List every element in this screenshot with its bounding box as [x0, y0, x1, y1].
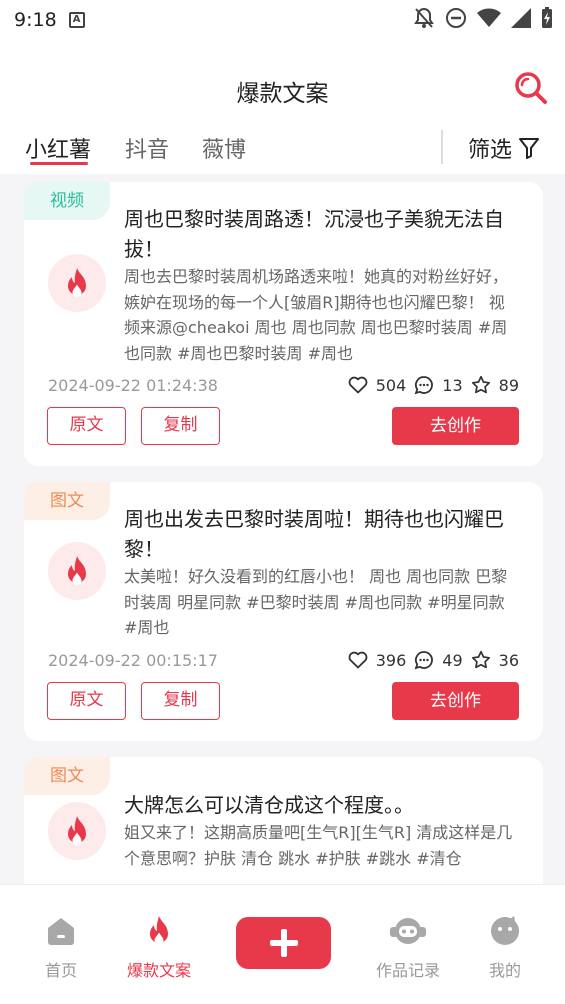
search-icon [515, 72, 547, 104]
tab-douyin[interactable]: 抖音 [125, 132, 169, 164]
signal-icon [511, 8, 531, 28]
filter-label: 筛选 [468, 138, 513, 163]
heart-icon [348, 651, 368, 669]
fire-icon [68, 268, 86, 297]
post-card: 图文 大牌怎么可以清仓成这个程度。。 姐又来了！这期高质量吧[生气R][生气R]… [24, 757, 543, 884]
post-description: 姐又来了！这期高质量吧[生气R][生气R] 清成这样是几个意思啊？护肤 清仓 跳… [124, 823, 513, 868]
post-description: 周也去巴黎时装周机场路透来啦！她真的对粉丝好好，嫉妒在现场的每一个人[皱眉R]期… [124, 267, 509, 363]
original-button[interactable]: 原文 [47, 407, 126, 445]
post-title: 大牌怎么可以清仓成这个程度。。 [124, 793, 414, 817]
nav-works[interactable]: 作品记录 [358, 913, 458, 981]
notification-a-icon: A [68, 12, 85, 28]
avatar [48, 802, 106, 860]
post-title: 周也巴黎时装周路透！沉浸也子美貌无法自拔！ [124, 207, 504, 261]
filter-button[interactable]: 筛选 [468, 132, 540, 164]
plus-icon [269, 929, 298, 957]
comment-icon [414, 376, 434, 395]
create-button[interactable]: 去创作 [392, 682, 519, 720]
comments-count: 13 [442, 375, 463, 395]
favorites-count: 89 [498, 375, 519, 395]
platform-tabs: 小红薯 抖音 薇博 筛选 [0, 126, 565, 172]
post-date: 2024-09-22 01:24:38 [48, 376, 218, 395]
post-stats: 504 13 89 [348, 375, 519, 395]
comments-count: 49 [442, 650, 463, 670]
mute-bell-icon [414, 7, 434, 28]
nav-profile-label: 我的 [488, 961, 521, 980]
nav-home-label: 首页 [44, 961, 77, 980]
star-icon [471, 650, 490, 669]
copy-button[interactable]: 复制 [141, 407, 220, 445]
type-tag: 图文 [24, 482, 110, 520]
nav-home[interactable]: 首页 [11, 913, 111, 981]
copy-button[interactable]: 复制 [141, 682, 220, 720]
status-icons [413, 6, 553, 30]
battery-icon [542, 7, 552, 28]
comment-icon [414, 651, 434, 670]
search-button[interactable] [511, 68, 551, 108]
tab-weibo[interactable]: 薇博 [202, 132, 246, 164]
status-time: 9:18 [14, 9, 57, 31]
active-tab-indicator [30, 162, 88, 165]
add-button[interactable] [236, 917, 331, 969]
dnd-icon [446, 8, 466, 28]
page-title: 爆款文案 [236, 81, 329, 107]
header: 爆款文案 [0, 60, 565, 116]
post-card: 图文 周也出发去巴黎时装周啦！期待也也闪耀巴黎！ 太美啦！好久没看到的红唇小也！… [24, 482, 543, 741]
post-title: 周也出发去巴黎时装周啦！期待也也闪耀巴黎！ [124, 507, 504, 561]
status-bar: 9:18 A [0, 0, 565, 40]
heart-icon [348, 376, 368, 394]
type-tag: 视频 [24, 182, 110, 220]
filter-icon [519, 138, 540, 159]
nav-works-label: 作品记录 [375, 961, 440, 980]
original-button[interactable]: 原文 [47, 682, 126, 720]
nav-viral-copy-label: 爆款文案 [126, 961, 191, 980]
wifi-icon [477, 8, 501, 27]
nav-profile[interactable]: 我的 [455, 913, 555, 981]
bottom-nav: 首页 爆款文案 作品记录 我的 [0, 884, 565, 1004]
robot-icon [390, 918, 426, 944]
fire-icon [68, 816, 86, 845]
tab-xiaohongshu[interactable]: 小红薯 [25, 132, 91, 164]
avatar [48, 542, 106, 600]
create-button[interactable]: 去创作 [392, 407, 519, 445]
favorites-count: 36 [498, 650, 519, 670]
post-description: 太美啦！好久没看到的红唇小也！ 周也 周也同款 巴黎时装周 明星同款 #巴黎时装… [124, 567, 508, 637]
post-date: 2024-09-22 00:15:17 [48, 651, 218, 670]
post-card: 视频 周也巴黎时装周路透！沉浸也子美貌无法自拔！ 周也去巴黎时装周机场路透来啦！… [24, 182, 543, 466]
likes-count: 504 [375, 375, 407, 395]
fire-icon [68, 556, 86, 585]
tab-divider [441, 130, 443, 164]
home-icon [48, 918, 74, 945]
fire-icon [150, 916, 168, 945]
likes-count: 396 [375, 650, 407, 670]
post-stats: 396 49 36 [348, 650, 519, 670]
post-list[interactable]: 视频 周也巴黎时装周路透！沉浸也子美貌无法自拔！ 周也去巴黎时装周机场路透来啦！… [0, 174, 565, 884]
nav-viral-copy[interactable]: 爆款文案 [109, 913, 209, 981]
type-tag: 图文 [24, 757, 110, 795]
star-icon [471, 375, 490, 394]
profile-icon [491, 916, 519, 945]
avatar [48, 254, 106, 312]
